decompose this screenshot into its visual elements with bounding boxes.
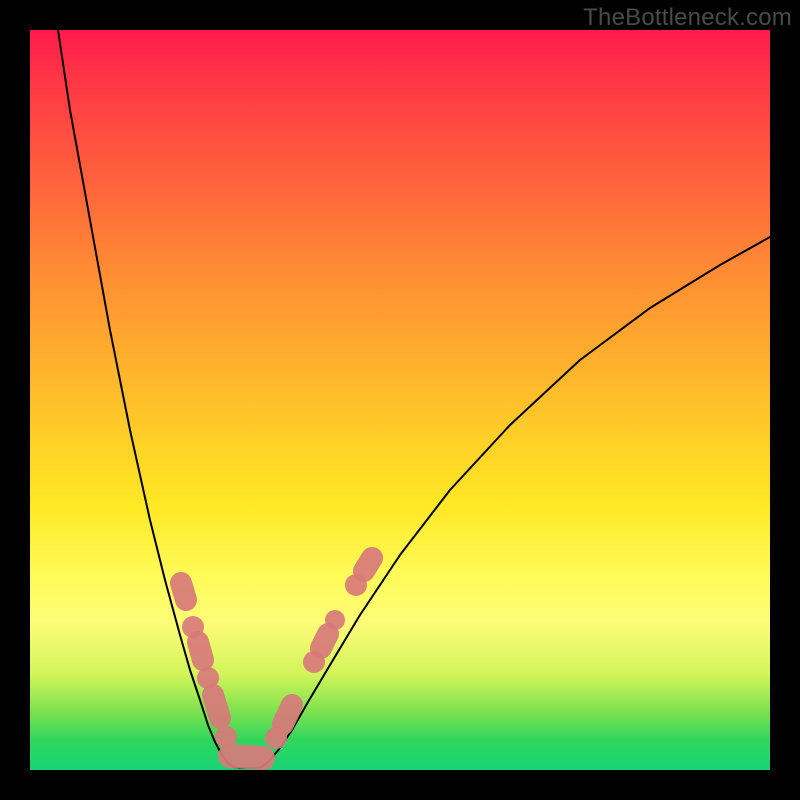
right-dot-3 <box>325 610 345 630</box>
left-pill-3 <box>213 695 220 718</box>
right-pill-1 <box>283 705 292 724</box>
watermark-text: TheBottleneck.com <box>583 4 792 32</box>
chart-plot-area <box>30 30 770 770</box>
left-pill-1 <box>181 583 186 600</box>
chart-svg <box>30 30 770 770</box>
bottleneck-curve <box>58 30 770 768</box>
right-pill-3 <box>364 558 372 571</box>
bottom-pill <box>230 756 263 758</box>
chart-frame: TheBottleneck.com <box>0 0 800 800</box>
left-pill-2 <box>198 642 203 660</box>
right-pill-2 <box>321 634 328 648</box>
